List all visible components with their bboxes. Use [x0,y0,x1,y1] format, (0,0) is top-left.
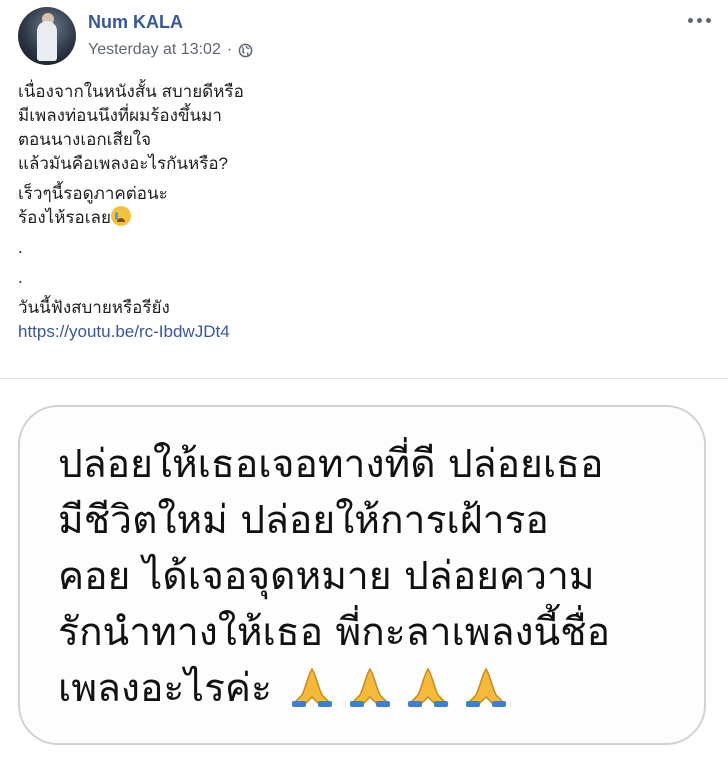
post-meta: Yesterday at 13:02 · [88,41,253,59]
folded-hands-icon [466,667,507,707]
post-line: เนื่องจากในหนังสั้น สบายดีหรือ [18,82,244,101]
avatar[interactable] [18,7,76,65]
post-body: เนื่องจากในหนังสั้น สบายดีหรือ มีเพลงท่อ… [18,80,708,344]
post-header: Num KALA Yesterday at 13:02 · [0,0,728,75]
timestamp[interactable]: Yesterday at 13:02 [88,41,221,59]
author-name[interactable]: Num KALA [88,12,183,33]
post-link-line: https://youtu.be/rc-IbdwJDt4 [18,320,708,344]
post-line: เร็วๆนี้รอดูภาคต่อนะ [18,184,168,203]
folded-hands-icon [350,667,391,707]
bubble-text: ปล่อยให้เธอเจอทางที่ดี ปล่อยเธอ มีชีวิตใ… [58,437,698,717]
post-line-dot: . [18,238,23,257]
bubble-line: มีชีวิตใหม่ ปล่อยให้การเฝ้ารอ [58,498,549,543]
bubble-line: ปล่อยให้เธอเจอทางที่ดี ปล่อยเธอ [58,442,604,487]
post-line: วันนี้ฟังสบายหรือรียัง [18,298,170,317]
folded-hands-icon [408,667,449,707]
post-line: แล้วมันคือเพลงอะไรกันหรือ? [18,154,229,173]
avatar-figure [37,21,57,61]
speech-bubble: ปล่อยให้เธอเจอทางที่ดี ปล่อยเธอ มีชีวิตใ… [18,405,706,745]
post-image[interactable]: ปล่อยให้เธอเจอทางที่ดี ปล่อยเธอ มีชีวิตใ… [0,379,728,766]
post-line-dot: . [18,268,23,287]
youtube-link[interactable]: https://youtu.be/rc-IbdwJDt4 [18,322,230,341]
meta-separator: · [226,41,233,58]
globe-icon[interactable] [238,43,253,58]
crying-face-icon [110,206,131,226]
folded-hands-icon [292,667,333,707]
post-line: มีเพลงท่อนนึงที่ผมร้องขึ้นมา [18,106,222,125]
pray-emoji-group [286,665,512,709]
more-options-icon[interactable] [686,10,714,26]
bubble-line: รักนำทางให้เธอ พี่กะลาเพลงนี้ชื่อ [58,610,611,655]
bubble-line-last: เพลงอะไรค่ะ [58,661,698,717]
bubble-line: คอย ได้เจอจุดหมาย ปล่อยความ [58,554,595,599]
post-line: ร้องไห้รอเลย [18,206,708,230]
post-line: ตอนนางเอกเสียใจ [18,130,152,149]
